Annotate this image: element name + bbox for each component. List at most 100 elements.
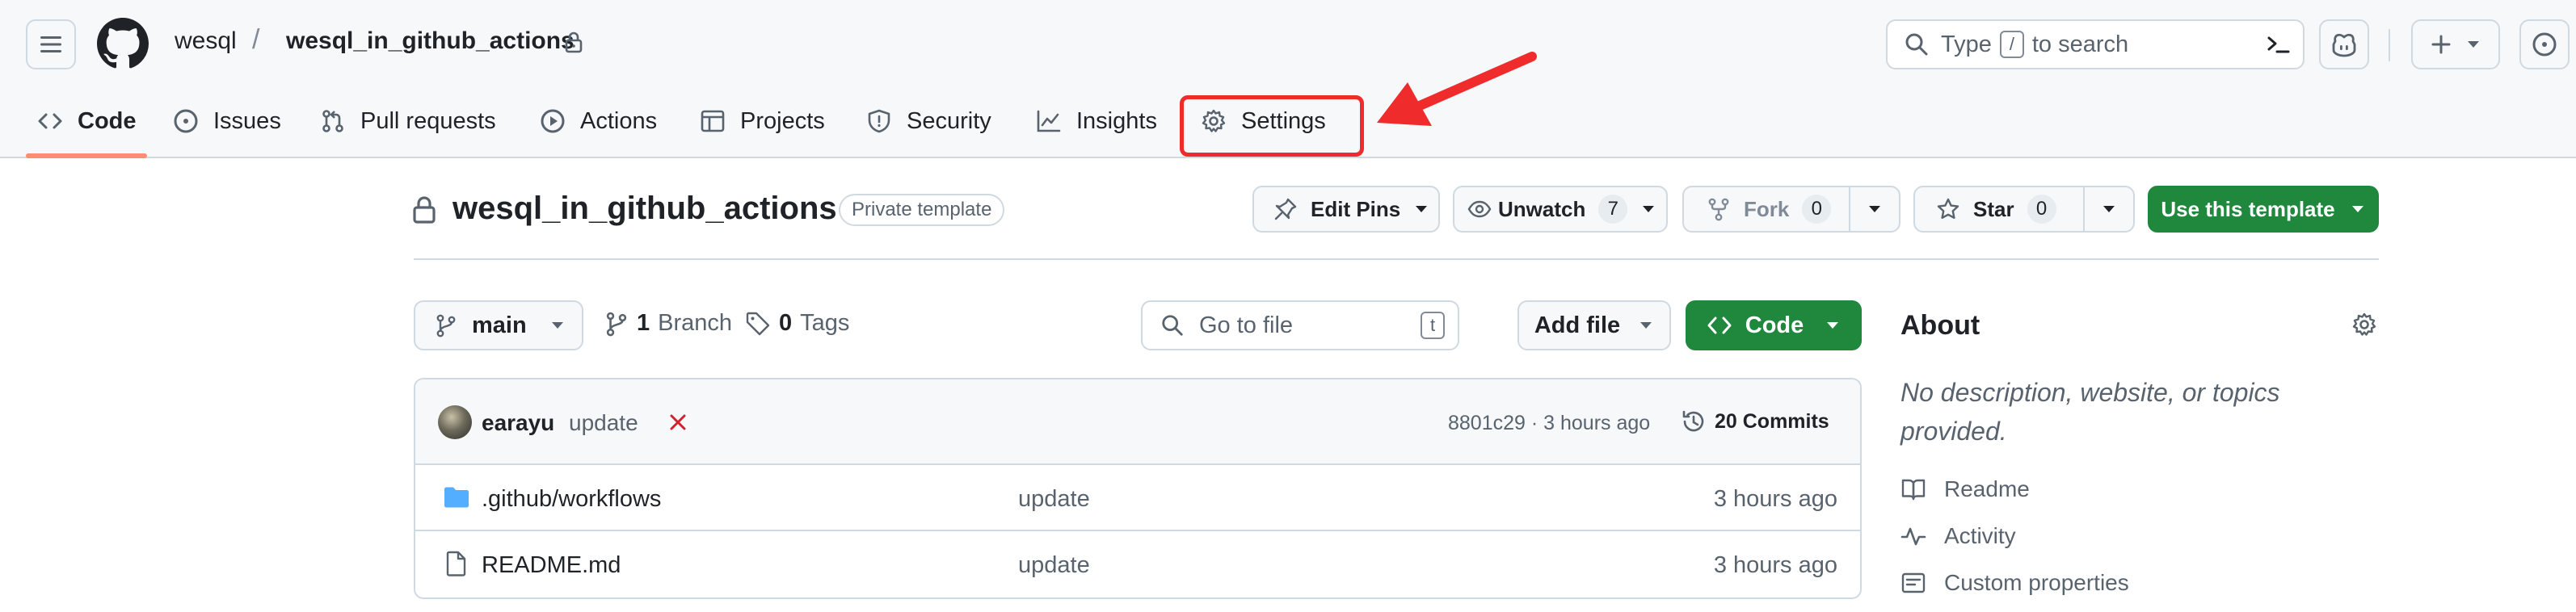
star-split-divider [2083, 187, 2085, 231]
x-fail-status-icon[interactable] [667, 412, 688, 433]
commits-link[interactable]: 20 Commits [1681, 409, 1829, 434]
branch-selector[interactable]: main [414, 300, 583, 350]
hamburger-icon [40, 36, 61, 52]
table-row[interactable]: .github/workflows update 3 hours ago [415, 465, 1860, 531]
header-divider [2389, 29, 2390, 61]
code-button[interactable]: Code [1686, 300, 1862, 350]
issues-shortcut-button[interactable] [2519, 19, 2570, 69]
search-prefix: Type [1941, 31, 1992, 57]
code-icon [38, 113, 62, 129]
chevron-down-icon [2351, 206, 2363, 212]
github-logo-icon[interactable] [97, 18, 149, 69]
chevron-down-icon [1416, 206, 1428, 212]
chevron-down-icon [1869, 206, 1880, 212]
branches-link[interactable]: 1 Branch [604, 310, 732, 337]
tab-pull-requests-label: Pull requests [360, 107, 496, 134]
settings-highlight-annotation [1180, 95, 1364, 157]
readme-link[interactable]: Readme [1900, 476, 2030, 502]
folder-icon [444, 487, 469, 508]
fork-split-divider [1849, 187, 1850, 231]
command-palette-icon[interactable] [2264, 31, 2293, 60]
git-pull-request-icon [322, 110, 343, 132]
file-commit-time: 3 hours ago [1713, 552, 1837, 578]
create-new-button[interactable] [2411, 19, 2500, 69]
chevron-down-icon [1643, 206, 1655, 212]
repo-header-divider [414, 258, 2379, 260]
copilot-button[interactable] [2319, 19, 2369, 69]
repo-forked-icon [1708, 198, 1729, 221]
tab-insights[interactable]: Insights [1036, 100, 1157, 142]
tags-link[interactable]: 0 Tags [745, 310, 849, 337]
star-count: 0 [2027, 195, 2056, 224]
tab-insights-label: Insights [1076, 107, 1157, 134]
avatar[interactable] [438, 405, 472, 439]
go-to-file-placeholder: Go to file [1199, 312, 1294, 338]
chevron-down-icon [1640, 322, 1652, 329]
git-branch-icon [436, 314, 456, 337]
search-input[interactable]: Type / to search [1886, 19, 2305, 69]
table-row[interactable]: README.md update 3 hours ago [415, 531, 1860, 597]
custom-properties-link[interactable]: Custom properties [1900, 570, 2129, 596]
search-icon [1905, 33, 1928, 56]
activity-link[interactable]: Activity [1900, 523, 2016, 549]
commit-author[interactable]: earayu [482, 410, 554, 436]
file-name[interactable]: .github/workflows [482, 486, 661, 513]
play-icon [541, 109, 565, 133]
fork-button[interactable]: Fork 0 [1682, 186, 1900, 233]
star-label: Star [1973, 196, 2014, 221]
copilot-icon [2332, 33, 2356, 57]
issue-opened-icon [2532, 32, 2557, 57]
search-placeholder: Type / to search [1941, 31, 2128, 58]
graph-icon [1037, 110, 1061, 132]
star-icon [1937, 198, 1959, 219]
breadcrumb-repo[interactable]: wesql_in_github_actions [286, 27, 575, 55]
tab-issues[interactable]: Issues [173, 100, 281, 142]
tab-projects[interactable]: Projects [700, 100, 825, 142]
file-list: earayu update 8801c29 · 3 hours ago 20 C… [414, 378, 1862, 599]
gear-icon[interactable] [2351, 312, 2377, 337]
file-commit-message[interactable]: update [1018, 486, 1090, 513]
go-to-file-input[interactable]: Go to file t [1141, 300, 1459, 350]
fork-count: 0 [1802, 195, 1832, 224]
breadcrumb-separator: / [252, 24, 260, 55]
annotation-arrow-icon [1377, 52, 1537, 126]
edit-pins-button[interactable]: Edit Pins [1252, 186, 1440, 233]
tab-actions[interactable]: Actions [540, 100, 657, 142]
go-to-file-shortcut-key: t [1421, 312, 1445, 339]
file-commit-time: 3 hours ago [1713, 486, 1837, 512]
tab-issues-label: Issues [213, 107, 281, 134]
add-file-label: Add file [1534, 312, 1621, 338]
menu-button[interactable] [26, 19, 76, 69]
lock-icon [413, 196, 436, 224]
edit-pins-label: Edit Pins [1311, 196, 1401, 221]
tag-count: 0 [779, 310, 793, 336]
add-file-button[interactable]: Add file [1517, 300, 1671, 350]
global-header: wesql / wesql_in_github_actions Type / t… [0, 0, 2576, 158]
use-template-button[interactable]: Use this template [2148, 186, 2379, 233]
file-name[interactable]: README.md [482, 552, 621, 579]
code-button-label: Code [1745, 312, 1804, 338]
tab-code[interactable]: Code [37, 100, 137, 142]
breadcrumb-owner[interactable]: wesql [175, 27, 237, 55]
tag-icon [746, 312, 770, 335]
branch-count-label: Branch [658, 310, 733, 336]
commit-message[interactable]: update [569, 410, 638, 436]
tag-count-label: Tags [800, 310, 850, 336]
tab-security[interactable]: Security [866, 100, 991, 142]
shield-icon [868, 109, 890, 133]
chevron-down-icon [551, 322, 563, 329]
repo-title[interactable]: wesql_in_github_actions [452, 191, 837, 227]
pin-icon [1274, 198, 1297, 220]
commit-meta[interactable]: 8801c29 · 3 hours ago [1448, 412, 1650, 435]
table-icon [701, 110, 725, 132]
visibility-badge: Private template [839, 194, 1005, 226]
file-commit-message[interactable]: update [1018, 552, 1090, 579]
about-description: No description, website, or topics provi… [1900, 378, 2280, 446]
issue-opened-icon [174, 109, 198, 133]
eye-icon [1467, 200, 1492, 218]
unwatch-button[interactable]: Unwatch 7 [1453, 186, 1668, 233]
tab-pull-requests[interactable]: Pull requests [320, 100, 496, 142]
star-button[interactable]: Star 0 [1913, 186, 2135, 233]
use-template-label: Use this template [2161, 196, 2335, 221]
file-icon [446, 551, 466, 576]
